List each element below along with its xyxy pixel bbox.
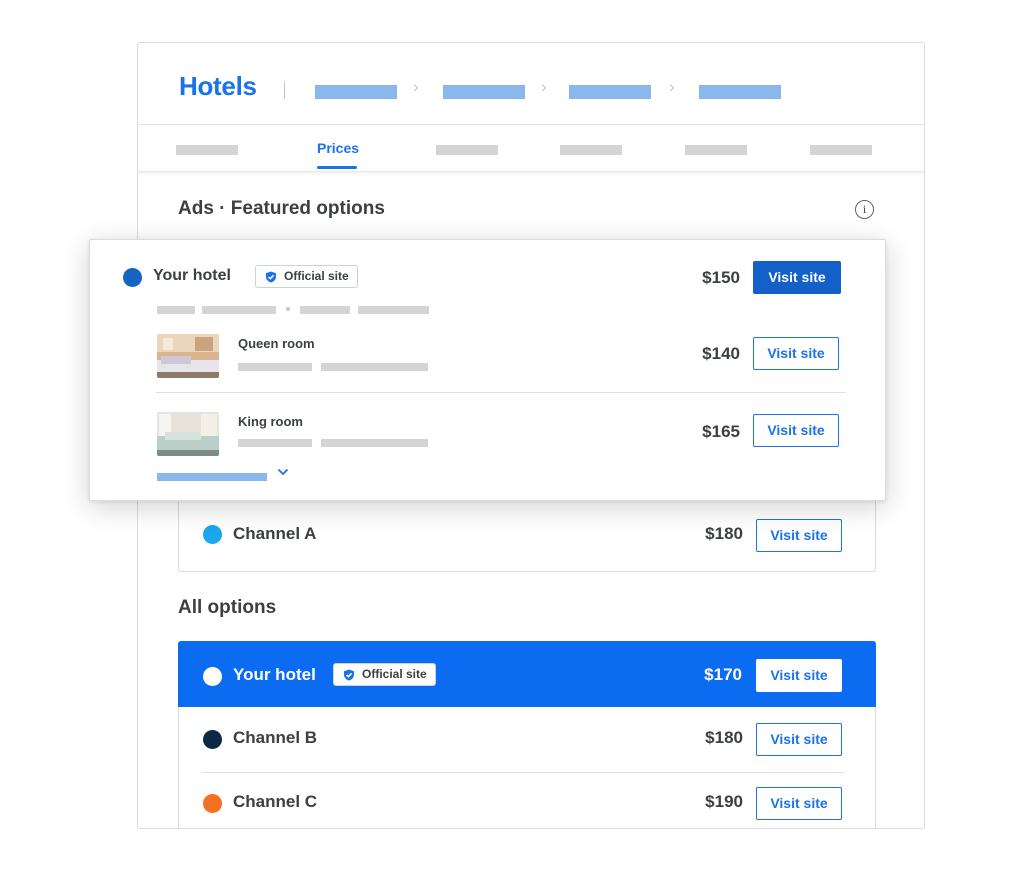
verified-shield-icon [344,669,354,681]
channel-b-name: Channel B [233,728,318,747]
your-hotel-dot [203,667,222,686]
king-room-price: $165 [702,422,740,441]
channel-a-row: Channel A $180 Visit site [178,498,876,572]
room-divider [156,392,846,393]
king-room-visit-site-button[interactable]: Visit site [753,414,839,447]
channel-a-price: $180 [705,524,743,543]
breadcrumb-chevron-icon: › [413,77,419,96]
tab-prices[interactable]: Prices [317,140,359,156]
king-room-photo [157,412,219,456]
room-detail-placeholder [238,363,312,371]
breadcrumb-chevron-icon: › [669,77,675,96]
your-hotel-dot [123,268,142,287]
channel-c-dot [203,794,222,813]
channel-c-visit-site-button[interactable]: Visit site [756,787,842,820]
channel-b-price: $180 [705,728,743,747]
channel-a-name: Channel A [233,524,317,543]
chevron-down-icon[interactable] [277,466,289,478]
featured-hotel-card: Your hotel Official site $150 Visit site… [89,239,886,501]
queen-room-price: $140 [702,344,740,363]
title-divider [284,81,285,99]
channel-b-visit-site-button[interactable]: Visit site [756,723,842,756]
detail-separator-dot [286,307,290,311]
channel-a-dot [203,525,222,544]
room-detail-placeholder [321,439,428,447]
your-hotel-visit-site-button[interactable]: Visit site [756,659,842,692]
detail-placeholder [157,306,195,314]
your-hotel-price: $150 [702,268,740,287]
room-detail-placeholder [238,439,312,447]
official-site-badge: Official site [333,663,436,686]
breadcrumb-item-4[interactable] [699,85,781,99]
channel-c-name: Channel C [233,792,318,811]
breadcrumb-item-3[interactable] [569,85,651,99]
channel-b-dot [203,730,222,749]
queen-room-visit-site-button[interactable]: Visit site [753,337,839,370]
king-room-name: King room [238,414,303,429]
room-detail-placeholder [321,363,428,371]
all-options-list: Your hotel Official site $170 Visit site… [178,641,876,828]
panel-header: Hotels › › › [138,43,924,125]
your-hotel-visit-site-button[interactable]: Visit site [753,261,841,294]
page-title: Hotels [179,71,257,101]
breadcrumb-item-1[interactable] [315,85,397,99]
official-site-badge-label: Official site [284,269,349,283]
featured-options-title: Ads · Featured options [178,198,385,219]
row-divider [202,772,844,773]
your-hotel-highlighted-row[interactable]: Your hotel Official site $170 Visit site [178,641,876,707]
tab-3[interactable] [436,145,498,155]
tab-6[interactable] [810,145,872,155]
detail-placeholder [358,306,429,314]
your-hotel-price: $170 [704,665,742,684]
tab-bar: Prices [138,125,924,172]
channel-a-visit-site-button[interactable]: Visit site [756,519,842,552]
breadcrumb-chevron-icon: › [541,77,547,96]
breadcrumb-item-2[interactable] [443,85,525,99]
tab-5[interactable] [685,145,747,155]
info-icon[interactable]: i [855,200,874,219]
verified-shield-icon [266,271,276,283]
your-hotel-name: Your hotel [153,267,231,284]
all-options-title: All options [178,597,277,618]
detail-placeholder [300,306,350,314]
your-hotel-name: Your hotel [233,665,316,684]
more-rooms-link[interactable] [157,473,267,481]
tab-active-indicator [317,166,357,169]
official-site-badge: Official site [255,265,358,288]
queen-room-name: Queen room [238,336,315,351]
tab-4[interactable] [560,145,622,155]
channel-c-price: $190 [705,792,743,811]
queen-room-photo [157,334,219,378]
detail-placeholder [202,306,276,314]
tab-1[interactable] [176,145,238,155]
official-site-badge-label: Official site [362,667,427,681]
